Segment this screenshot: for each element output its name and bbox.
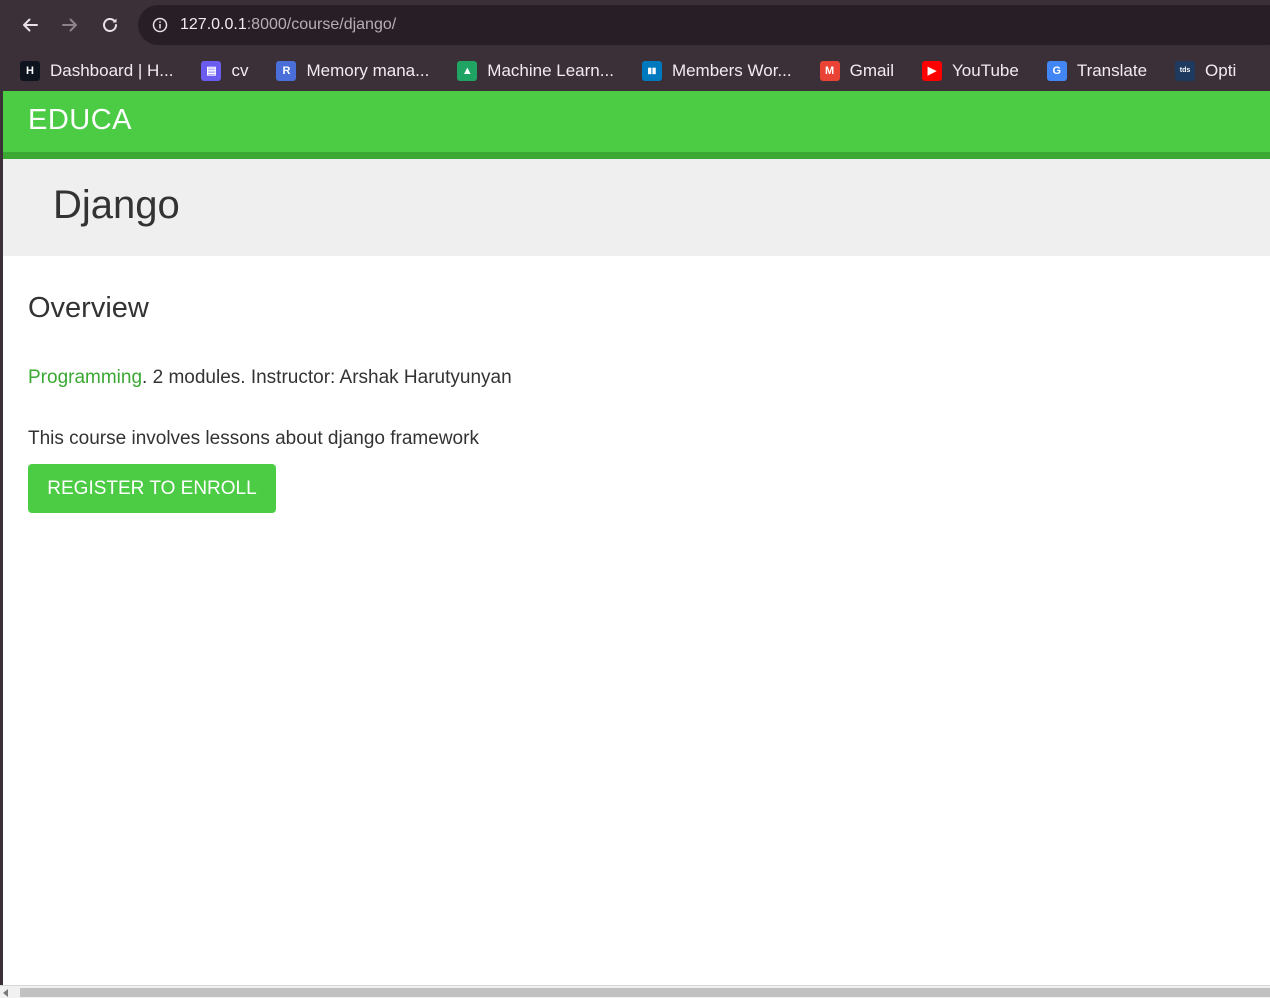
bookmark-label: Gmail: [849, 60, 894, 80]
bookmark-item[interactable]: M Gmail: [800, 50, 902, 91]
url-text: 127.0.0.1:8000/course/django/: [180, 16, 396, 34]
bookmark-item[interactable]: ▤ cv: [181, 50, 256, 91]
bookmark-label: Translate: [1076, 60, 1148, 80]
reload-icon[interactable]: [94, 9, 126, 41]
bookmark-label: cv: [231, 60, 249, 80]
youtube-icon: ▶: [922, 60, 942, 81]
header-accent-strip: [3, 152, 1270, 159]
course-meta-details: . 2 modules. Instructor: Arshak Harutyun…: [142, 367, 512, 388]
register-to-enroll-button[interactable]: REGISTER TO ENROLL: [28, 464, 276, 513]
trello-icon: ▮▮: [641, 60, 662, 81]
course-title-band: Django: [3, 159, 1270, 256]
subject-link[interactable]: Programming: [28, 367, 142, 388]
google-translate-icon: G: [1046, 60, 1067, 81]
bookmark-label: YouTube: [952, 60, 1019, 80]
bookmark-item[interactable]: G Translate: [1027, 50, 1155, 91]
bookmark-item[interactable]: ▶ YouTube: [902, 50, 1027, 91]
bookmark-item[interactable]: ▲ Machine Learn...: [437, 50, 622, 91]
course-meta: Programming. 2 modules. Instructor: Arsh…: [28, 367, 512, 389]
course-description: This course involves lessons about djang…: [28, 428, 479, 449]
hackerrank-icon: H: [20, 60, 40, 81]
scroll-left-arrow-icon[interactable]: [3, 989, 8, 997]
bookmark-label: Members Wor...: [671, 60, 792, 80]
url-host: 127.0.0.1: [180, 16, 247, 33]
bookmark-item[interactable]: tds Opti: [1155, 50, 1244, 91]
r-logo-icon: R: [276, 60, 297, 81]
bookmark-item[interactable]: ▮▮ Members Wor...: [622, 50, 800, 91]
bookmark-item[interactable]: H Dashboard | H...: [0, 50, 181, 91]
horizontal-scrollbar[interactable]: [0, 985, 1270, 998]
address-bar[interactable]: 127.0.0.1:8000/course/django/: [138, 5, 1270, 45]
document-icon: ▤: [201, 60, 222, 81]
scrollbar-thumb[interactable]: [20, 988, 1270, 997]
bookmarks-bar: H Dashboard | H... ▤ cv R Memory mana... ▲ Mach…: [0, 50, 1270, 91]
browser-toolbar: 127.0.0.1:8000/course/django/: [0, 0, 1270, 50]
bookmark-label: Machine Learn...: [487, 60, 614, 80]
tds-icon: tds: [1175, 60, 1196, 81]
course-title: Django: [53, 183, 180, 227]
site-logo[interactable]: EDUCA: [28, 104, 132, 137]
url-path: :8000/course/django/: [246, 16, 397, 33]
back-arrow-icon[interactable]: [14, 9, 46, 41]
gmail-icon: M: [819, 60, 840, 81]
overview-heading: Overview: [28, 292, 149, 324]
web-page: EDUCA Django Overview Programming. 2 mod…: [3, 91, 1270, 985]
forward-arrow-icon[interactable]: [54, 9, 86, 41]
browser-window: 127.0.0.1:8000/course/django/ H Dashboard…: [0, 0, 1270, 998]
bookmark-label: Opti: [1205, 60, 1237, 80]
bookmark-label: Dashboard | H...: [50, 60, 174, 80]
site-header: EDUCA: [3, 91, 1270, 152]
google-drive-icon: ▲: [457, 60, 478, 81]
site-info-icon[interactable]: [152, 17, 168, 33]
bookmark-label: Memory mana...: [306, 60, 430, 80]
bookmark-item[interactable]: R Memory mana...: [256, 50, 437, 91]
